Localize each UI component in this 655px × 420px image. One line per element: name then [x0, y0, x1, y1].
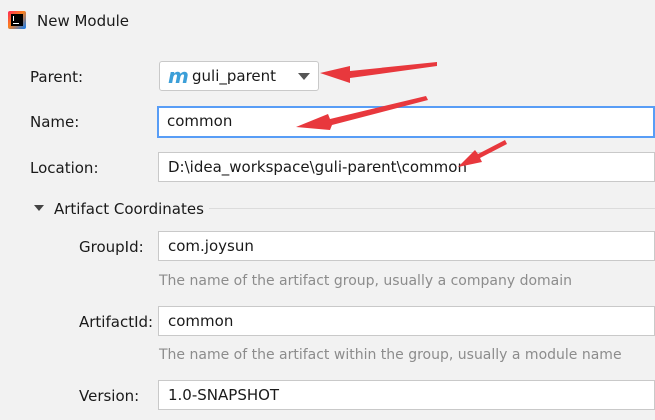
annotation-arrows [296, 62, 507, 167]
annotation-arrow-parent [320, 62, 437, 83]
annotation-arrow-location [458, 140, 507, 167]
annotation-arrow-name [296, 96, 428, 130]
